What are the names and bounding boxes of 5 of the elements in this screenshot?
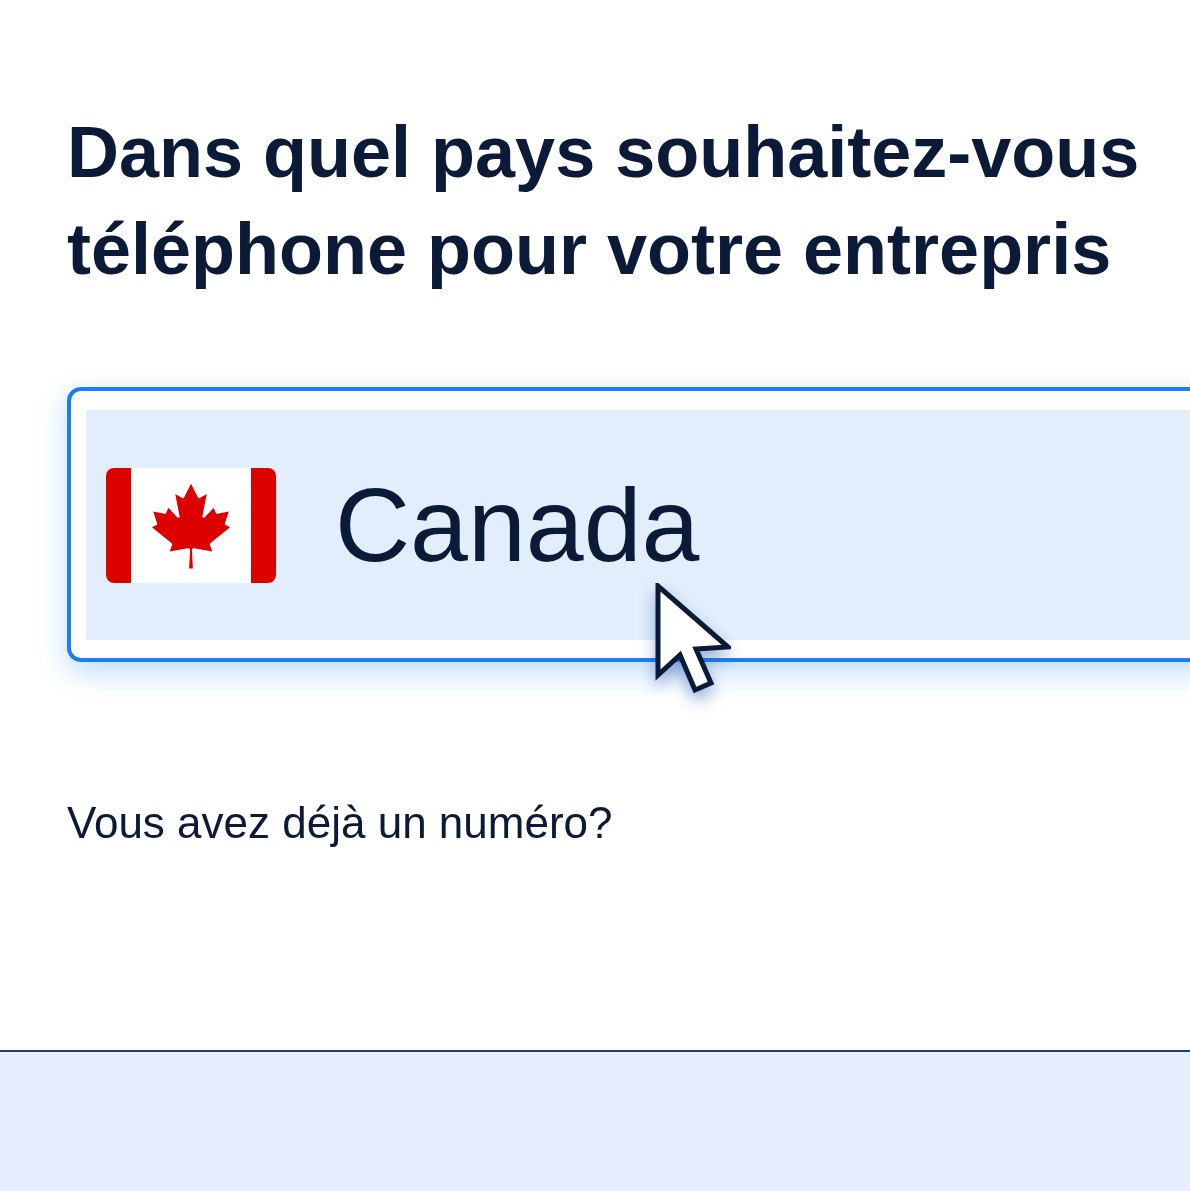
flag-icon <box>106 467 276 583</box>
question-heading: Dans quel pays souhaitez-vous téléphone pour votre entrepris <box>67 111 1140 291</box>
existing-number-prompt: Vous avez déjà un numéro? <box>67 798 613 848</box>
cursor-icon <box>655 583 731 695</box>
country-select[interactable]: Canada <box>67 387 1190 662</box>
